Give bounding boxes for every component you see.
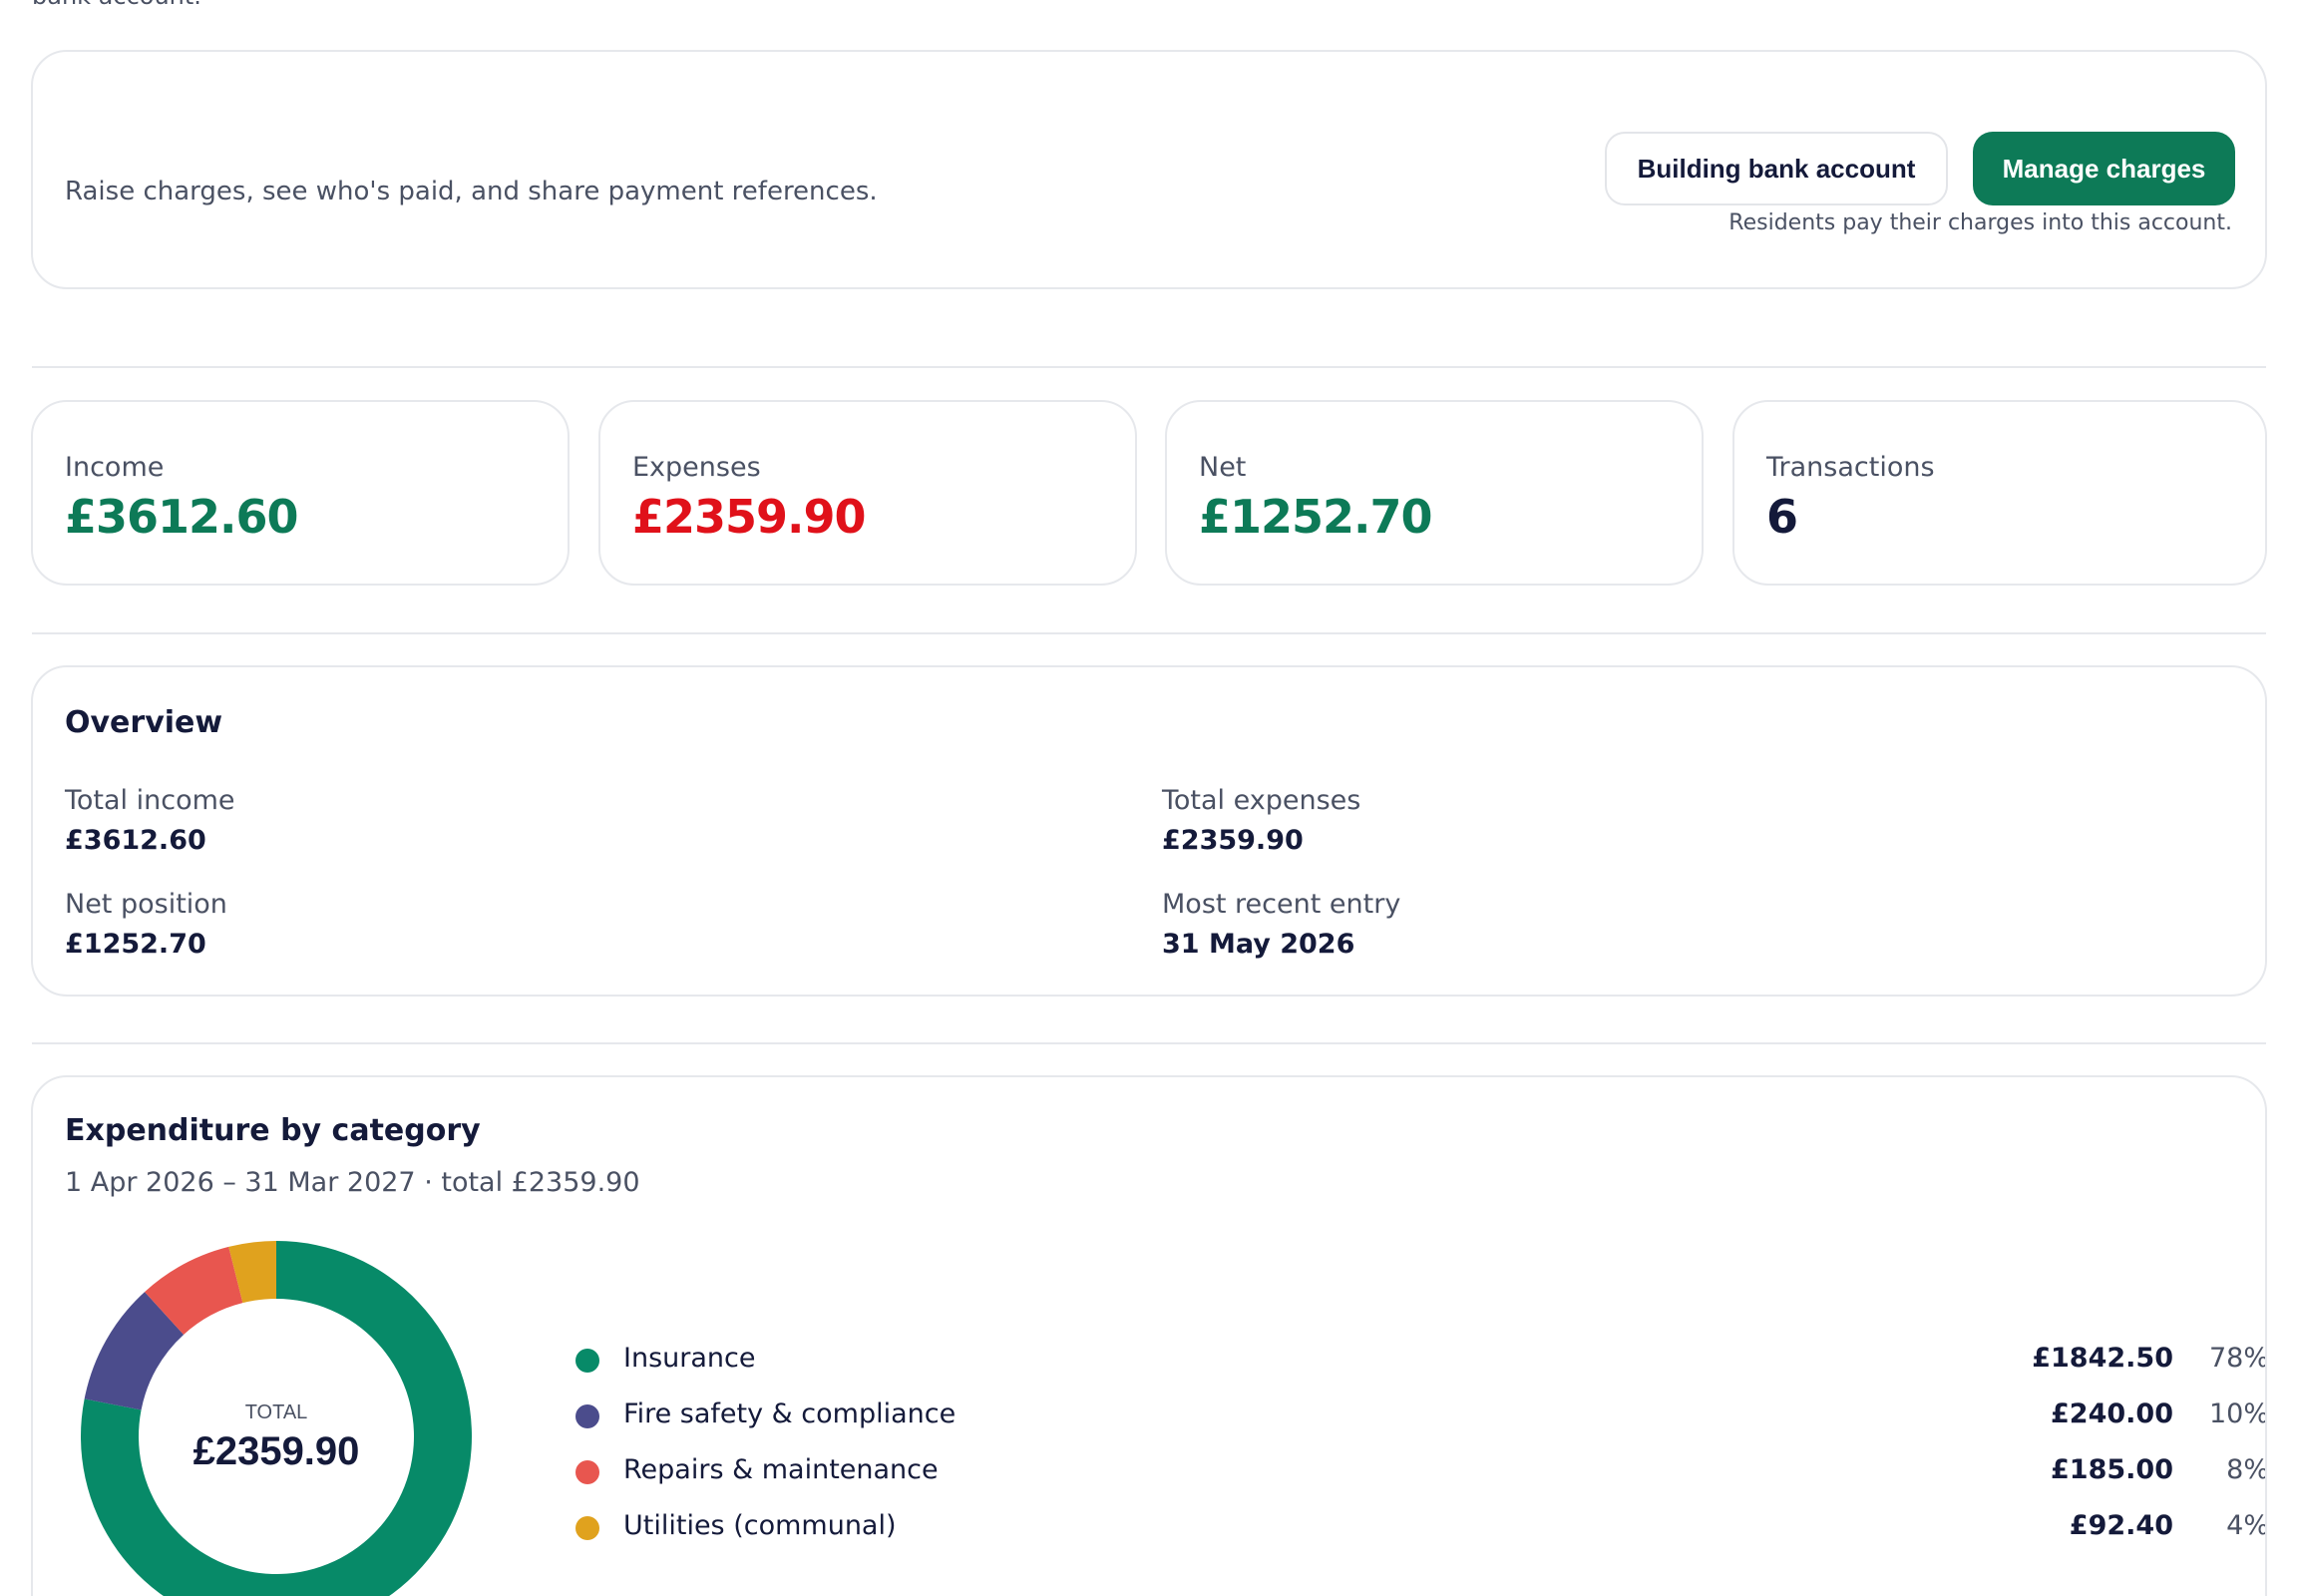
stat-label: Income xyxy=(65,452,165,483)
legend-swatch xyxy=(575,1516,599,1540)
stat-card-net: Net £1252.70 xyxy=(1165,400,1704,586)
section-divider xyxy=(32,1042,2266,1044)
legend-percent: 4% xyxy=(2226,1510,2267,1541)
charges-description: Raise charges, see who's paid, and share… xyxy=(65,177,878,206)
legend-swatch xyxy=(575,1460,599,1484)
page: bank account. Raise charges, see who's p… xyxy=(0,0,2298,1596)
most-recent-entry-label: Most recent entry xyxy=(1162,889,1401,920)
stat-value: £3612.60 xyxy=(65,490,299,544)
legend-label: Utilities (communal) xyxy=(623,1510,897,1541)
legend-percent: 78% xyxy=(2208,1343,2267,1374)
stat-card-transactions: Transactions 6 xyxy=(1732,400,2267,586)
legend-percent: 8% xyxy=(2226,1454,2267,1485)
legend-label: Fire safety & compliance xyxy=(623,1398,957,1429)
legend-amount: £185.00 xyxy=(2051,1454,2173,1485)
expenditure-title: Expenditure by category xyxy=(65,1113,481,1148)
total-income-label: Total income xyxy=(65,785,235,816)
stat-label: Transactions xyxy=(1766,452,1935,483)
legend-swatch xyxy=(575,1404,599,1428)
stat-value: 6 xyxy=(1766,490,1798,544)
expenditure-subtitle: 1 Apr 2026 – 31 Mar 2027 · total £2359.9… xyxy=(65,1167,640,1198)
legend-item-fire-safety: Fire safety & compliance £240.00 10% xyxy=(33,1393,2267,1436)
total-expenses-label: Total expenses xyxy=(1162,785,1361,816)
stat-card-expenses: Expenses £2359.90 xyxy=(598,400,1137,586)
legend-item-repairs: Repairs & maintenance £185.00 8% xyxy=(33,1448,2267,1492)
overview-title: Overview xyxy=(65,705,223,740)
expenditure-card: Expenditure by category 1 Apr 2026 – 31 … xyxy=(31,1075,2267,1596)
legend-swatch xyxy=(575,1349,599,1373)
section-divider xyxy=(32,632,2266,634)
overview-card: Overview Total income £3612.60 Total exp… xyxy=(31,665,2267,997)
intro-text: bank account. xyxy=(32,0,201,10)
total-expenses-value: £2359.90 xyxy=(1162,825,1304,856)
legend-amount: £240.00 xyxy=(2051,1398,2173,1429)
legend-label: Repairs & maintenance xyxy=(623,1454,939,1485)
manage-charges-button[interactable]: Manage charges xyxy=(1973,132,2235,205)
bank-account-note: Residents pay their charges into this ac… xyxy=(1728,210,2232,235)
building-bank-account-button[interactable]: Building bank account xyxy=(1605,132,1948,205)
legend-percent: 10% xyxy=(2208,1398,2267,1429)
stat-value: £1252.70 xyxy=(1199,490,1433,544)
legend-item-insurance: Insurance £1842.50 78% xyxy=(33,1337,2267,1381)
legend-amount: £1842.50 xyxy=(2032,1343,2173,1374)
charges-card: Raise charges, see who's paid, and share… xyxy=(31,50,2267,289)
stat-card-income: Income £3612.60 xyxy=(31,400,570,586)
stat-label: Expenses xyxy=(632,452,761,483)
net-position-label: Net position xyxy=(65,889,227,920)
section-divider xyxy=(32,366,2266,368)
most-recent-entry-value: 31 May 2026 xyxy=(1162,929,1355,960)
legend-amount: £92.40 xyxy=(2069,1510,2173,1541)
total-income-value: £3612.60 xyxy=(65,825,206,856)
legend-item-utilities: Utilities (communal) £92.40 4% xyxy=(33,1504,2267,1548)
legend-label: Insurance xyxy=(623,1343,756,1374)
stat-value: £2359.90 xyxy=(632,490,867,544)
stat-label: Net xyxy=(1199,452,1247,483)
net-position-value: £1252.70 xyxy=(65,929,206,960)
